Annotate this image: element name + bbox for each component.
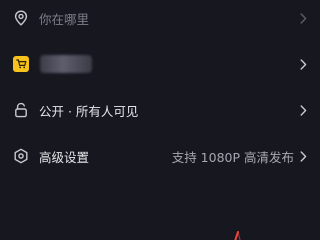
location-row[interactable]: 你在哪里 bbox=[0, 0, 320, 38]
chevron-right-icon bbox=[298, 12, 308, 24]
shop-link-row[interactable] bbox=[0, 44, 320, 84]
chevron-right-icon bbox=[298, 58, 308, 70]
red-annotation-stroke bbox=[234, 231, 241, 240]
shopping-cart-icon bbox=[12, 55, 30, 73]
advanced-settings-row[interactable]: 高级设置 支持 1080P 高清发布 bbox=[0, 136, 320, 176]
advanced-settings-value: 支持 1080P 高清发布 bbox=[171, 149, 294, 165]
location-pin-icon bbox=[12, 9, 30, 27]
visibility-row[interactable]: 公开 · 所有人可见 bbox=[0, 90, 320, 130]
chevron-right-icon bbox=[298, 150, 308, 162]
unlock-icon bbox=[12, 101, 30, 119]
advanced-settings-label: 高级设置 bbox=[39, 149, 90, 165]
visibility-label: 公开 · 所有人可见 bbox=[39, 103, 139, 119]
blurred-shop-name bbox=[40, 55, 92, 73]
settings-hexagon-icon bbox=[12, 147, 30, 165]
chevron-right-icon bbox=[298, 104, 308, 116]
publish-settings-screen: 你在哪里 公开 · 所有人可见 高级设置 支持 1080P 高清发布 bbox=[0, 0, 320, 240]
location-label: 你在哪里 bbox=[39, 11, 90, 27]
shop-badge bbox=[13, 56, 29, 72]
